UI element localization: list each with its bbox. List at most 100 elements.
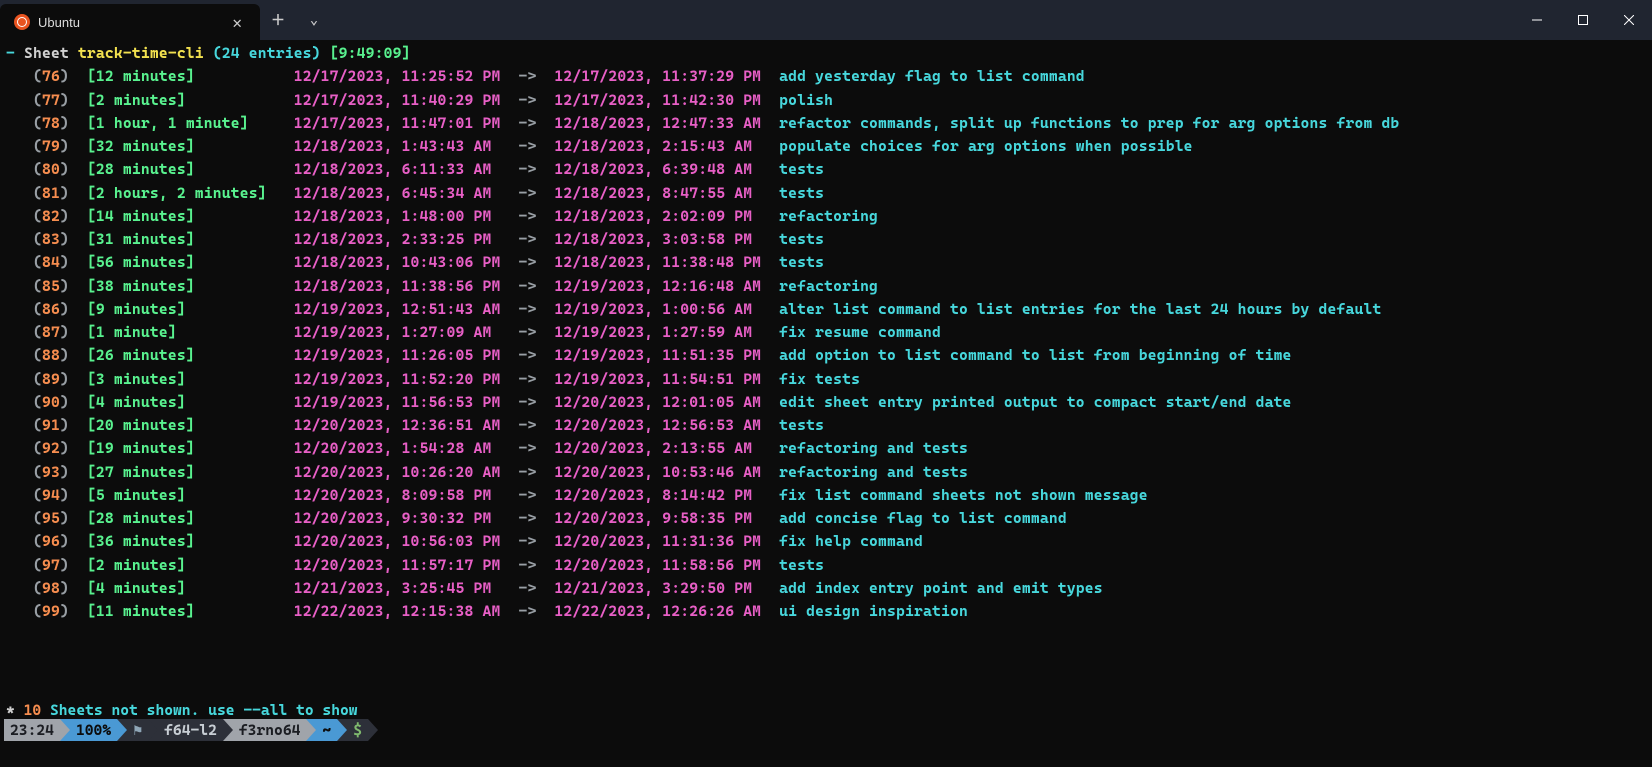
entry-start: 12/18/2023, 1:48:00 PM — [294, 207, 510, 225]
entry-description: tests — [779, 416, 824, 434]
tab-ubuntu[interactable]: Ubuntu ✕ — [0, 4, 260, 40]
entry-duration: [1 minute] — [87, 323, 285, 341]
entry-end: 12/18/2023, 2:15:43 AM — [554, 137, 770, 155]
entry-end: 12/17/2023, 11:37:29 PM — [554, 67, 770, 85]
list-item: (91) [20 minutes] 12/20/2023, 12:36:51 A… — [6, 414, 1646, 437]
entry-start: 12/19/2023, 11:26:05 PM — [294, 346, 510, 364]
list-item: (97) [2 minutes] 12/20/2023, 11:57:17 PM… — [6, 554, 1646, 577]
entry-end: 12/18/2023, 2:02:09 PM — [554, 207, 770, 225]
entry-description: polish — [779, 91, 833, 109]
entry-duration: [4 minutes] — [87, 393, 285, 411]
entry-duration: [56 minutes] — [87, 253, 285, 271]
list-item: (87) [1 minute] 12/19/2023, 1:27:09 AM -… — [6, 321, 1646, 344]
entry-start: 12/22/2023, 12:15:38 AM — [294, 602, 510, 620]
entry-start: 12/20/2023, 1:54:28 AM — [294, 439, 510, 457]
list-item: (90) [4 minutes] 12/19/2023, 11:56:53 PM… — [6, 391, 1646, 414]
minimize-button[interactable] — [1514, 0, 1560, 40]
entry-end: 12/19/2023, 11:51:35 PM — [554, 346, 770, 364]
entry-index: 96 — [42, 532, 60, 550]
tab-dropdown-button[interactable]: ⌄ — [296, 2, 332, 38]
entry-end: 12/19/2023, 12:16:48 AM — [554, 277, 770, 295]
maximize-button[interactable] — [1560, 0, 1606, 40]
entry-start: 12/18/2023, 2:33:25 PM — [294, 230, 510, 248]
list-item: (94) [5 minutes] 12/20/2023, 8:09:58 PM … — [6, 484, 1646, 507]
entry-index: 85 — [42, 277, 60, 295]
entry-description: tests — [779, 230, 824, 248]
entry-description: refactoring — [779, 277, 878, 295]
entry-start: 12/19/2023, 1:27:09 AM — [294, 323, 510, 341]
window-controls — [1514, 0, 1652, 40]
entry-index: 81 — [42, 184, 60, 202]
entry-description: add index entry point and emit types — [779, 579, 1103, 597]
entry-description: alter list command to list entries for t… — [779, 300, 1381, 318]
entry-start: 12/18/2023, 11:38:56 PM — [294, 277, 510, 295]
entry-description: add option to list command to list from … — [779, 346, 1291, 364]
entry-description: refactoring — [779, 207, 878, 225]
status-time: 23:24 — [4, 719, 60, 741]
tab-title: Ubuntu — [38, 15, 220, 30]
list-item: (88) [26 minutes] 12/19/2023, 11:26:05 P… — [6, 344, 1646, 367]
entry-index: 78 — [42, 114, 60, 132]
entry-index: 80 — [42, 160, 60, 178]
entry-start: 12/18/2023, 10:43:06 PM — [294, 253, 510, 271]
titlebar: Ubuntu ✕ ＋ ⌄ — [0, 0, 1652, 40]
sheet-header: - Sheet track-time-cli (24 entries) [9:4… — [6, 42, 1646, 65]
entry-description: add yesterday flag to list command — [779, 67, 1085, 85]
entry-duration: [28 minutes] — [87, 509, 285, 527]
entry-start: 12/20/2023, 10:56:03 PM — [294, 532, 510, 550]
entry-start: 12/19/2023, 12:51:43 AM — [294, 300, 510, 318]
entry-duration: [31 minutes] — [87, 230, 285, 248]
entry-end: 12/18/2023, 11:38:48 PM — [554, 253, 770, 271]
entry-start: 12/20/2023, 8:09:58 PM — [294, 486, 510, 504]
entry-index: 77 — [42, 91, 60, 109]
entry-duration: [2 hours, 2 minutes] — [87, 184, 285, 202]
status-prompt: $ — [347, 719, 368, 741]
entry-index: 90 — [42, 393, 60, 411]
entry-index: 82 — [42, 207, 60, 225]
entry-start: 12/17/2023, 11:47:01 PM — [294, 114, 510, 132]
entry-count: (24 entries) — [213, 44, 321, 62]
entry-duration: [1 hour, 1 minute] — [87, 114, 285, 132]
entry-duration: [19 minutes] — [87, 439, 285, 457]
entry-duration: [14 minutes] — [87, 207, 285, 225]
entry-end: 12/20/2023, 8:14:42 PM — [554, 486, 770, 504]
entry-end: 12/18/2023, 6:39:48 AM — [554, 160, 770, 178]
entry-duration: [2 minutes] — [87, 91, 285, 109]
status-hostname: f64-l2 — [158, 719, 223, 741]
entry-end: 12/17/2023, 11:42:30 PM — [554, 91, 770, 109]
statusbar: 23:24 100% ⚑ f64-l2 f3rno64 ~ $ — [4, 719, 378, 741]
close-tab-icon[interactable]: ✕ — [228, 13, 246, 32]
entry-description: add concise flag to list command — [779, 509, 1067, 527]
entry-end: 12/19/2023, 1:00:56 AM — [554, 300, 770, 318]
entry-duration: [27 minutes] — [87, 463, 285, 481]
entry-index: 92 — [42, 439, 60, 457]
sheet-label: Sheet — [24, 44, 69, 62]
entry-start: 12/17/2023, 11:40:29 PM — [294, 91, 510, 109]
entry-duration: [26 minutes] — [87, 346, 285, 364]
list-item: (76) [12 minutes] 12/17/2023, 11:25:52 P… — [6, 65, 1646, 88]
new-tab-button[interactable]: ＋ — [260, 2, 296, 38]
entry-index: 94 — [42, 486, 60, 504]
entry-description: refactoring and tests — [779, 439, 968, 457]
list-item: (95) [28 minutes] 12/20/2023, 9:30:32 PM… — [6, 507, 1646, 530]
entry-duration: [4 minutes] — [87, 579, 285, 597]
entry-description: ui design inspiration — [779, 602, 968, 620]
list-item: (89) [3 minutes] 12/19/2023, 11:52:20 PM… — [6, 368, 1646, 391]
entry-description: tests — [779, 160, 824, 178]
list-item: (77) [2 minutes] 12/17/2023, 11:40:29 PM… — [6, 89, 1646, 112]
entry-duration: [2 minutes] — [87, 556, 285, 574]
list-item: (92) [19 minutes] 12/20/2023, 1:54:28 AM… — [6, 437, 1646, 460]
entry-start: 12/18/2023, 6:45:34 AM — [294, 184, 510, 202]
entry-index: 86 — [42, 300, 60, 318]
close-window-button[interactable] — [1606, 0, 1652, 40]
entry-description: populate choices for arg options when po… — [779, 137, 1193, 155]
entry-description: fix resume command — [779, 323, 941, 341]
terminal-output[interactable]: - Sheet track-time-cli (24 entries) [9:4… — [0, 40, 1652, 623]
entry-duration: [11 minutes] — [87, 602, 285, 620]
entry-index: 87 — [42, 323, 60, 341]
entry-end: 12/19/2023, 11:54:51 PM — [554, 370, 770, 388]
entry-description: refactoring and tests — [779, 463, 968, 481]
tab-actions: ＋ ⌄ — [260, 0, 332, 40]
entry-start: 12/19/2023, 11:56:53 PM — [294, 393, 510, 411]
entry-duration: [5 minutes] — [87, 486, 285, 504]
